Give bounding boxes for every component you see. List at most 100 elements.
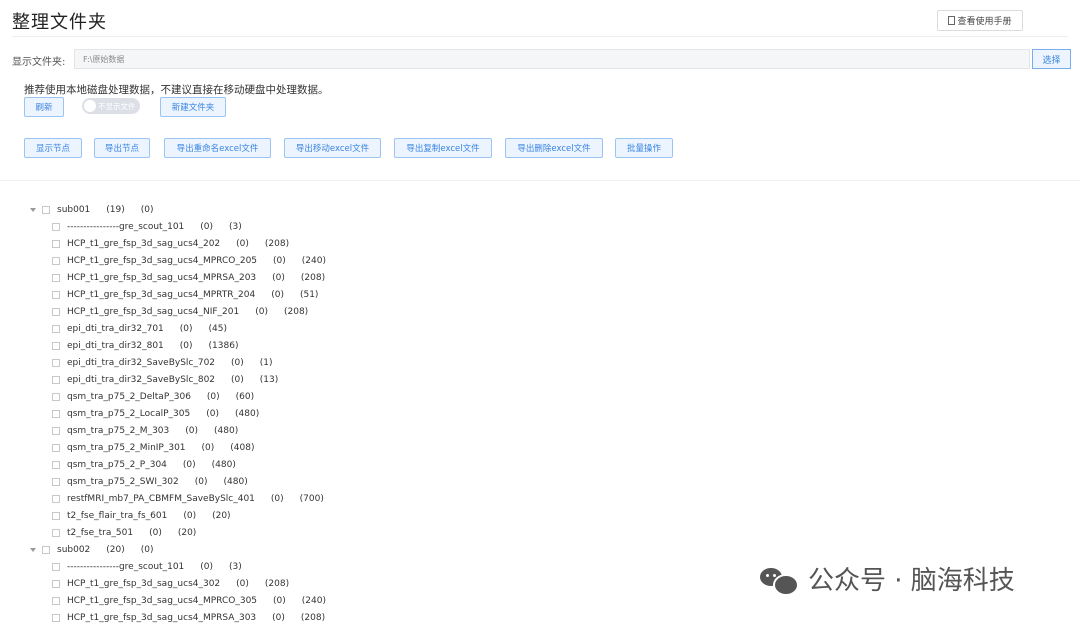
node-checkbox[interactable] [52,529,60,537]
node-count-a: (0) [179,341,193,351]
tree-node-child[interactable]: restfMRI_mb7_PA_CBMFM_SaveBySlc_401 (0) (7… [52,492,324,506]
node-name: HCP_t1_gre_fsp_3d_sag_ucs4_MPRCO_205 [67,256,258,266]
batch-operation-button[interactable]: 批量操作 [615,138,673,158]
folder-path-input[interactable]: F:\原始数据 [74,49,1030,69]
node-count-a: (0) [185,426,198,436]
tree-node-child[interactable]: qsm_tra_p75_2_MinIP_301 (0) (408) [52,441,255,455]
select-folder-button[interactable]: 选择 [1032,49,1071,69]
refresh-button[interactable]: 刷新 [24,97,64,117]
node-count-a: (0) [206,392,220,402]
expand-caret-icon[interactable] [30,208,36,212]
show-nodes-button[interactable]: 显示节点 [24,138,82,158]
node-checkbox[interactable] [52,495,60,503]
node-name: qsm_tra_p75_2_P_304 [67,460,167,470]
node-checkbox[interactable] [52,257,60,265]
node-checkbox[interactable] [42,546,50,554]
tip-text: 推荐使用本地磁盘处理数据，不建议直接在移动硬盘中处理数据。 [24,84,329,96]
node-checkbox[interactable] [52,291,60,299]
show-files-toggle[interactable]: 不显示文件 [82,98,140,114]
page-title: 整理文件夹 [12,12,107,33]
export-move-excel-button[interactable]: 导出移动excel文件 [284,138,381,158]
node-checkbox[interactable] [52,308,60,316]
node-name: HCP_t1_gre_fsp_3d_sag_ucs4_MPRSA_203 [67,273,257,283]
node-checkbox[interactable] [52,359,60,367]
node-checkbox[interactable] [52,563,60,571]
node-count-b: (51) [299,290,319,300]
tree-node-parent[interactable]: sub002 (20) (0) [30,543,154,557]
node-count-a: (0) [200,562,214,572]
node-count-a: (0) [231,375,244,385]
node-checkbox[interactable] [52,444,60,452]
node-checkbox[interactable] [52,342,60,350]
node-count-a: (0) [255,307,268,317]
node-count-b: (700) [299,494,324,504]
tree-node-child[interactable]: epi_dti_tra_dir32_701 (0) (45) [52,322,227,336]
node-count-b: (208) [264,239,290,249]
node-name: qsm_tra_p75_2_SWI_302 [67,477,179,487]
tree-node-child[interactable]: qsm_tra_p75_2_P_304 (0) (480) [52,458,236,472]
node-name: epi_dti_tra_dir32_701 [67,324,164,334]
node-checkbox[interactable] [52,614,60,622]
node-checkbox[interactable] [42,206,50,214]
tree-node-child[interactable]: epi_dti_tra_dir32_801 (0) (1386) [52,339,238,353]
node-count-a: (19) [106,205,125,215]
node-checkbox[interactable] [52,512,60,520]
tree-node-child[interactable]: HCP_t1_gre_fsp_3d_sag_ucs4_302 (0) (208) [52,577,289,591]
node-count-a: (0) [182,460,196,470]
tree-node-child[interactable]: HCP_t1_gre_fsp_3d_sag_ucs4_MPRCO_305 (0) (… [52,594,326,608]
tree-node-child[interactable]: ----------------gre_scout_101 (0) (3) [52,560,242,574]
node-checkbox[interactable] [52,274,60,282]
node-name: HCP_t1_gre_fsp_3d_sag_ucs4_MPRCO_305 [67,596,258,606]
tree-node-child[interactable]: qsm_tra_p75_2_M_303 (0) (480) [52,424,238,438]
tree-node-child[interactable]: HCP_t1_gre_fsp_3d_sag_ucs4_MPRSA_203 (0) (… [52,271,325,285]
node-count-b: (0) [140,545,154,555]
node-checkbox[interactable] [52,461,60,469]
node-count-a: (0) [271,290,284,300]
node-checkbox[interactable] [52,597,60,605]
tree-node-child[interactable]: qsm_tra_p75_2_SWI_302 (0) (480) [52,475,248,489]
node-name: qsm_tra_p75_2_LocalP_305 [67,409,191,419]
node-name: sub002 [57,545,91,555]
tree-node-child[interactable]: t2_fse_flair_tra_fs_601 (0) (20) [52,509,231,523]
node-count-a: (0) [270,494,284,504]
view-manual-button[interactable]: 查看使用手册 [937,10,1023,31]
node-count-b: (240) [301,256,326,266]
toggle-label: 不显示文件 [98,102,136,111]
node-name: qsm_tra_p75_2_MinIP_301 [67,443,186,453]
node-checkbox[interactable] [52,223,60,231]
tree-node-child[interactable]: ----------------gre_scout_101 (0) (3) [52,220,242,234]
tree-node-child[interactable]: HCP_t1_gre_fsp_3d_sag_ucs4_MPRTR_204 (0) (… [52,288,318,302]
tree-node-child[interactable]: epi_dti_tra_dir32_SaveBySlc_702 (0) (1) [52,356,273,370]
export-copy-excel-button[interactable]: 导出复制excel文件 [394,138,492,158]
tree-node-child[interactable]: qsm_tra_p75_2_LocalP_305 (0) (480) [52,407,259,421]
tree-node-child[interactable]: HCP_t1_gre_fsp_3d_sag_ucs4_202 (0) (208) [52,237,289,251]
tree-node-child[interactable]: t2_fse_tra_501 (0) (20) [52,526,196,540]
tree-node-child[interactable]: HCP_t1_gre_fsp_3d_sag_ucs4_MPRSA_303 (0) (… [52,611,325,625]
export-delete-excel-button[interactable]: 导出删除excel文件 [505,138,603,158]
tree-node-child[interactable]: HCP_t1_gre_fsp_3d_sag_ucs4_NIF_201 (0) (20… [52,305,308,319]
node-name: ----------------gre_scout_101 [67,222,185,232]
expand-caret-icon[interactable] [30,548,36,552]
node-count-b: (480) [223,477,248,487]
node-name: ----------------gre_scout_101 [67,562,185,572]
node-count-b: (60) [235,392,255,402]
node-checkbox[interactable] [52,325,60,333]
node-checkbox[interactable] [52,376,60,384]
node-checkbox[interactable] [52,393,60,401]
node-checkbox[interactable] [52,478,60,486]
node-count-a: (0) [231,358,244,368]
node-checkbox[interactable] [52,410,60,418]
node-count-b: (1386) [208,341,239,351]
new-folder-button[interactable]: 新建文件夹 [160,97,226,117]
node-count-a: (0) [149,528,162,538]
tree-node-child[interactable]: epi_dti_tra_dir32_SaveBySlc_802 (0) (13) [52,373,278,387]
node-checkbox[interactable] [52,580,60,588]
export-nodes-button[interactable]: 导出节点 [94,138,150,158]
tree-node-child[interactable]: HCP_t1_gre_fsp_3d_sag_ucs4_MPRCO_205 (0) (… [52,254,326,268]
tree-node-parent[interactable]: sub001 (19) (0) [30,203,154,217]
tree-node-child[interactable]: qsm_tra_p75_2_DeltaP_306 (0) (60) [52,390,254,404]
node-checkbox[interactable] [52,427,60,435]
toggle-knob [84,100,96,112]
export-rename-excel-button[interactable]: 导出重命名excel文件 [164,138,271,158]
node-checkbox[interactable] [52,240,60,248]
